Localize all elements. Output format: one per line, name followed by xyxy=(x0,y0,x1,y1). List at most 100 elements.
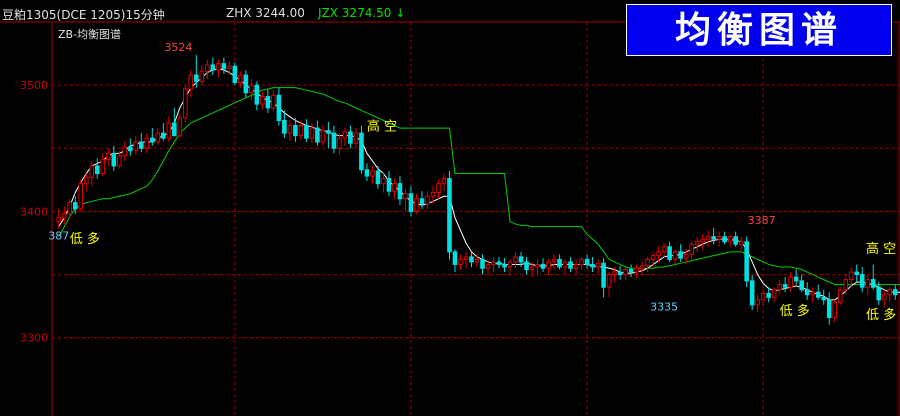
candle-body xyxy=(105,152,111,161)
candle-body xyxy=(342,131,348,139)
candle-body xyxy=(83,176,89,185)
candle-body xyxy=(194,74,199,82)
candle-body xyxy=(78,183,84,210)
candle-body xyxy=(694,241,700,245)
candle-body xyxy=(309,127,315,139)
candle-body xyxy=(287,125,293,134)
candle-body xyxy=(865,279,871,288)
candle-body xyxy=(359,132,364,171)
candle-body xyxy=(771,289,777,298)
candle-body xyxy=(480,258,485,269)
candle-body xyxy=(722,236,727,243)
price-label-high: 3524 xyxy=(164,41,192,54)
candle-body xyxy=(716,236,722,240)
candle-body xyxy=(507,261,513,268)
candle-body xyxy=(227,65,232,70)
candlestick-chart[interactable]: 330034003500352433873335387 低 多高 空低 多高 空低… xyxy=(0,0,900,416)
candle-body xyxy=(672,251,678,260)
candle-body xyxy=(551,258,557,263)
candle-body xyxy=(205,64,210,72)
candle-body xyxy=(254,84,260,105)
candle-body xyxy=(232,65,238,84)
candle-body xyxy=(183,88,188,119)
candle-body xyxy=(799,280,804,291)
indicator-label: ZB-均衡图谱 xyxy=(58,28,122,41)
candle-body xyxy=(298,125,304,137)
candle-body xyxy=(353,132,359,144)
price-label-low: 3335 xyxy=(650,300,678,313)
candle-body xyxy=(133,141,139,152)
candle-body xyxy=(859,274,865,288)
candle-body xyxy=(128,146,133,152)
candle-body xyxy=(595,262,601,268)
candle-body xyxy=(56,217,62,223)
candle-body xyxy=(579,258,584,265)
candle-body xyxy=(210,64,216,71)
candle-body xyxy=(749,280,755,306)
candle-body xyxy=(502,263,507,268)
banner-text: 均衡图谱 xyxy=(674,10,843,51)
candle-body xyxy=(419,198,425,205)
candle-body xyxy=(573,263,579,269)
candle-body xyxy=(606,274,612,288)
candle-body xyxy=(326,130,331,134)
candle-body xyxy=(870,279,876,288)
candle-body xyxy=(315,127,320,143)
candle-body xyxy=(557,258,562,268)
candle-body xyxy=(639,265,645,269)
candle-body xyxy=(518,256,524,263)
candle-body xyxy=(216,63,221,71)
candle-body xyxy=(67,202,73,215)
candle-body xyxy=(348,131,353,144)
candle-body xyxy=(843,279,849,291)
candle-body xyxy=(815,291,821,298)
candle-body xyxy=(447,178,452,253)
candle-body xyxy=(161,132,166,139)
candle-body xyxy=(61,213,67,219)
candle-body xyxy=(139,141,144,149)
candle-body xyxy=(320,130,326,143)
signal-label: 低 多 xyxy=(70,231,100,247)
price-label-low: 387 xyxy=(48,230,69,243)
candle-body xyxy=(727,236,733,243)
candle-body xyxy=(887,289,893,296)
candle-body xyxy=(881,294,887,301)
candle-body xyxy=(441,178,447,185)
candle-body xyxy=(661,246,667,253)
candle-body xyxy=(276,94,282,122)
candle-body xyxy=(612,271,617,276)
candle-body xyxy=(414,198,419,212)
candle-body xyxy=(562,261,568,268)
candle-body xyxy=(188,74,194,90)
candle-body xyxy=(590,263,595,268)
candle-body xyxy=(826,299,832,319)
candle-body xyxy=(155,132,161,143)
candle-body xyxy=(116,155,122,167)
candle-body xyxy=(546,261,551,269)
candle-body xyxy=(496,261,502,265)
candle-body xyxy=(755,299,760,306)
candle-body xyxy=(810,291,815,296)
candle-body xyxy=(199,70,205,82)
candle-body xyxy=(782,284,788,288)
candle-body xyxy=(848,271,854,281)
candle-body xyxy=(392,183,397,192)
candle-body xyxy=(854,271,860,276)
y-tick-label: 3400 xyxy=(20,205,48,218)
candle-body xyxy=(650,255,656,260)
y-tick-label: 3300 xyxy=(20,332,48,345)
candle-body xyxy=(166,122,172,139)
candle-body xyxy=(408,193,414,212)
candle-body xyxy=(876,286,882,301)
candle-body xyxy=(678,251,683,259)
candle-body xyxy=(601,262,606,288)
candle-body xyxy=(683,253,689,259)
candle-body xyxy=(375,170,381,185)
candle-body xyxy=(705,236,711,240)
candle-body xyxy=(469,256,474,263)
candle-body xyxy=(271,94,276,109)
candle-body xyxy=(540,263,546,269)
candle-body xyxy=(100,159,106,175)
candle-body xyxy=(733,236,738,245)
title-banner: 均衡图谱 xyxy=(626,4,892,56)
